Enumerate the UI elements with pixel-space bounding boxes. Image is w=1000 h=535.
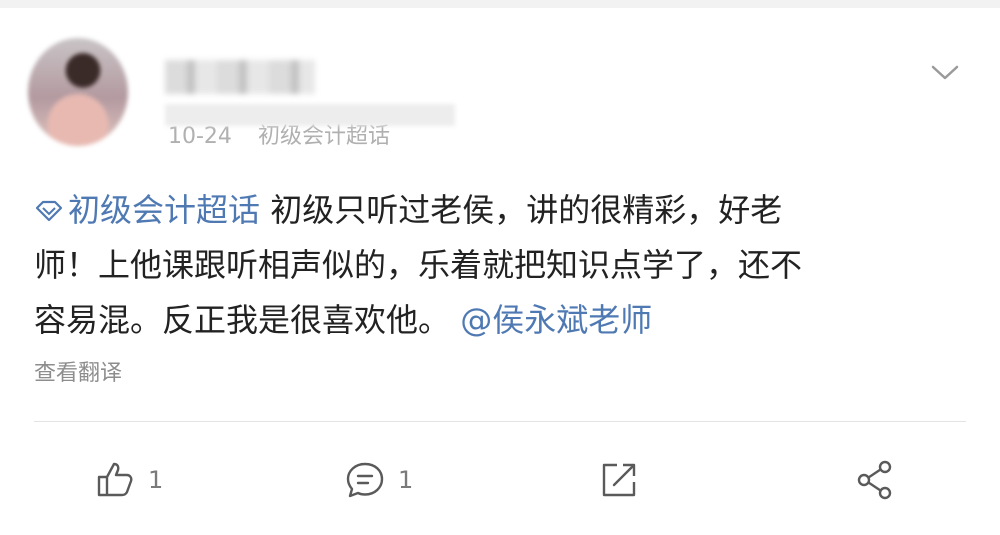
share-button[interactable] [854,458,896,502]
repost-button[interactable] [598,458,640,502]
translate-link[interactable]: 查看翻译 [34,355,122,387]
avatar[interactable] [28,38,128,146]
comment-button[interactable]: 1 [344,458,413,502]
post-time: 10-24 [168,124,232,149]
like-count: 1 [148,466,164,494]
comment-icon [346,462,384,498]
post-text-line1: 初级只听过老侯，讲的很精彩，好老 [270,191,783,229]
meta-blur-overlay [165,104,455,126]
repost-icon [602,463,636,497]
mention-link[interactable]: @侯永斌老师 [460,301,652,339]
username-blurred[interactable] [165,60,315,94]
topic-link[interactable]: 初级会计超话 [34,191,260,229]
post-card: 10-24 初级会计超话 初级会计超话 初级只听过老侯，讲的很精彩，好老 师！上他… [0,8,1000,535]
share-icon [857,460,892,500]
like-button[interactable]: 1 [94,458,163,502]
post-text-line2: 师！上他课跟听相声似的，乐着就把知识点学了，还不 [34,246,803,284]
chevron-down-icon[interactable] [928,62,962,84]
post-source[interactable]: 初级会计超话 [258,124,390,149]
topic-label: 初级会计超话 [68,191,261,229]
diamond-icon [35,200,63,222]
divider [34,421,966,422]
comment-count: 1 [398,466,414,494]
post-text-line3: 容易混。反正我是很喜欢他。 [34,301,451,339]
post-content: 初级会计超话 初级只听过老侯，讲的很精彩，好老 师！上他课跟听相声似的，乐着就把… [34,183,974,348]
thumbs-up-icon [97,462,133,497]
